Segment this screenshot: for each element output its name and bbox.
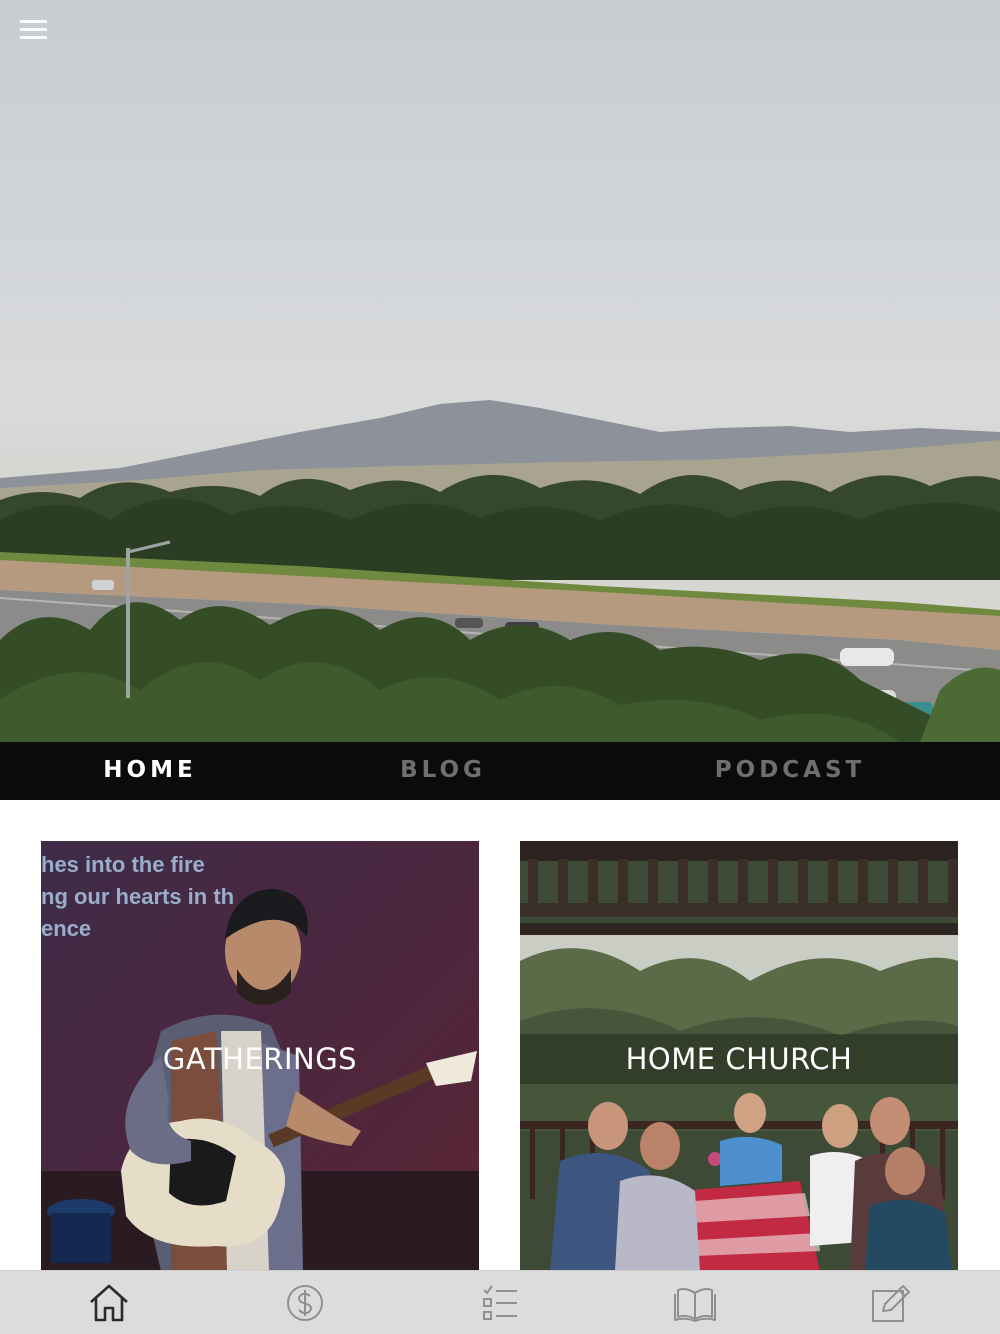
edit-note-icon[interactable]: [867, 1281, 913, 1325]
dollar-circle-icon[interactable]: [282, 1281, 328, 1325]
home-church-label: HOME CHURCH: [625, 1042, 853, 1076]
hero-banner: [0, 0, 1000, 742]
home-church-card[interactable]: HOME CHURCH: [520, 841, 958, 1271]
gatherings-card[interactable]: hes into the fire ng our hearts in th en…: [41, 841, 479, 1271]
tab-blog[interactable]: BLOG: [353, 742, 533, 800]
slide-line: ence: [41, 916, 92, 941]
menu-line: [20, 36, 47, 39]
top-nav: HOME BLOG PODCAST: [0, 742, 1000, 800]
checklist-icon[interactable]: [477, 1281, 523, 1325]
slide-line: ng our hearts in th: [41, 884, 235, 909]
home-icon[interactable]: [86, 1281, 132, 1325]
gatherings-label: GATHERINGS: [162, 1042, 358, 1076]
slide-line: hes into the fire: [41, 852, 205, 877]
open-book-icon[interactable]: [672, 1281, 718, 1325]
bottom-tab-bar: [0, 1270, 1000, 1334]
menu-line: [20, 20, 47, 23]
tab-podcast[interactable]: PODCAST: [690, 742, 890, 800]
slide-lyrics: hes into the fire ng our hearts in th en…: [41, 849, 234, 945]
tab-home[interactable]: HOME: [60, 742, 240, 800]
hero-landscape-image: [0, 400, 1000, 742]
hamburger-menu-icon[interactable]: [14, 12, 54, 46]
menu-line: [20, 28, 47, 31]
